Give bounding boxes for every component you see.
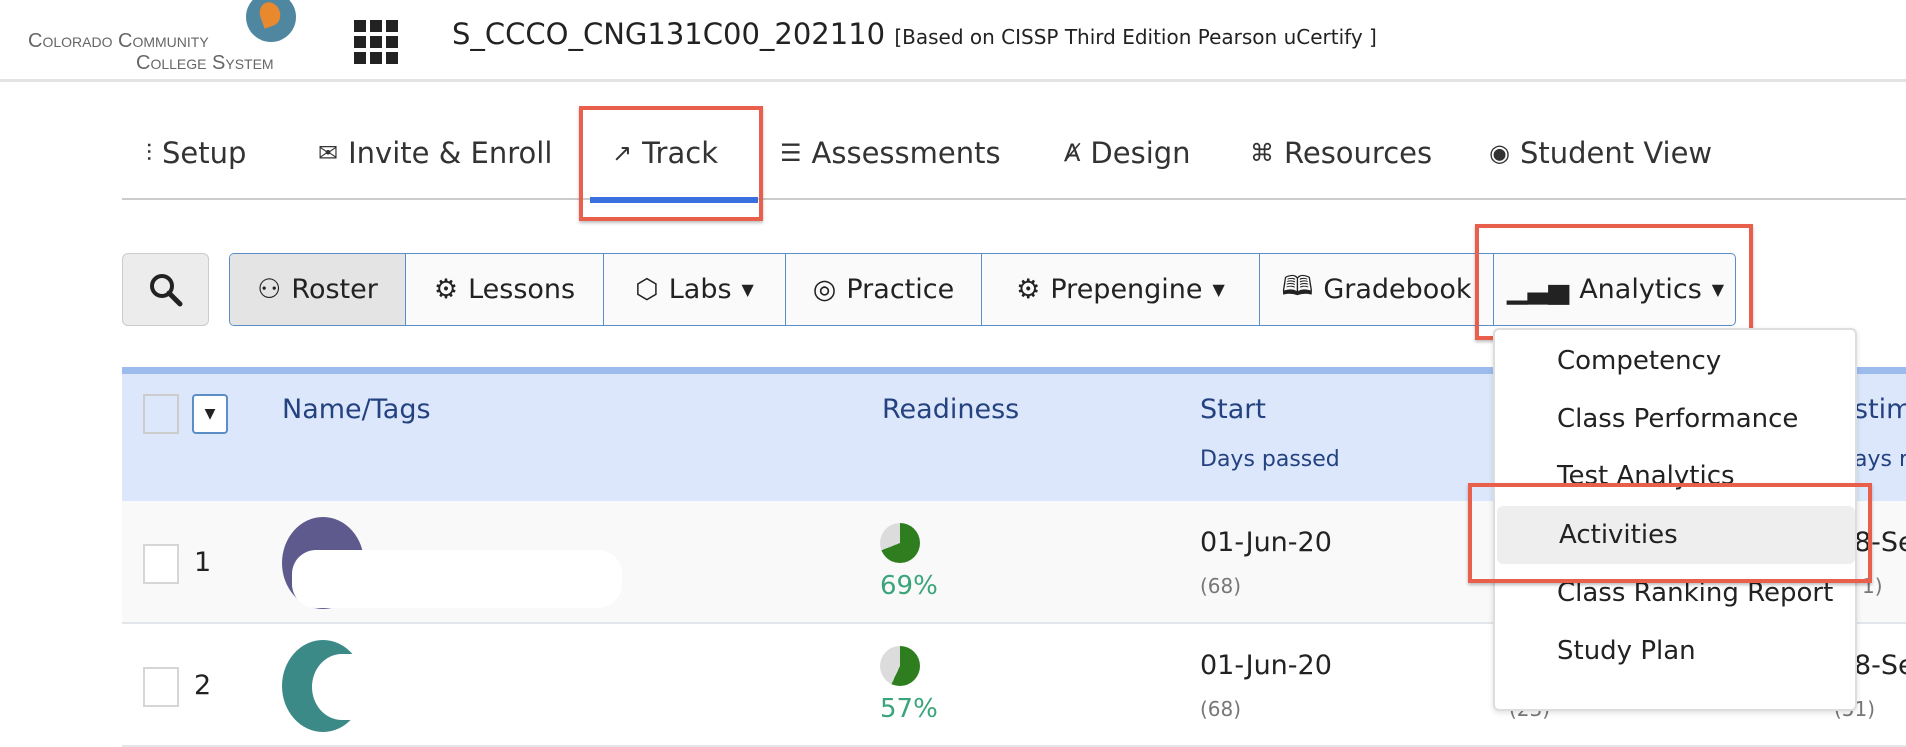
column-subheader-estimated: ays r xyxy=(1854,447,1906,472)
readiness-pie xyxy=(880,646,920,686)
menu-item-class-ranking-report[interactable]: Class Ranking Report xyxy=(1495,564,1855,622)
tab-student-view[interactable]: ◉ Student View xyxy=(1489,136,1712,170)
readiness-percent: 69% xyxy=(880,571,938,601)
tab-label: Invite & Enroll xyxy=(348,136,553,170)
gear-icon: ⚙ xyxy=(433,274,459,305)
target-icon: ◎ xyxy=(812,274,837,305)
caret-down-icon: ▼ xyxy=(1711,280,1725,299)
column-header-readiness[interactable]: Readiness xyxy=(882,394,1019,425)
caret-down-icon: ▼ xyxy=(741,280,754,299)
chart-line-icon: ↗ xyxy=(612,139,633,167)
tab-label: Resources xyxy=(1284,136,1433,170)
apps-grid-icon[interactable] xyxy=(354,20,398,64)
tab-label: Track xyxy=(642,136,718,170)
end-date: 8-Se xyxy=(1854,527,1906,558)
track-toolbar: ⚇ Roster ⚙ Lessons ⬡ Labs ▼ ◎ Practice ⚙ Prepe… xyxy=(229,253,1736,326)
envelope-icon: ✉ xyxy=(318,139,339,167)
row-checkbox[interactable] xyxy=(143,544,179,584)
tab-assessments[interactable]: ☰ Assessments xyxy=(780,136,1001,170)
button-label: Roster xyxy=(291,274,378,305)
logo-emblem xyxy=(246,0,296,42)
button-label: Prepengine xyxy=(1050,274,1203,305)
analytics-dropdown[interactable]: ▁▃▅ Analytics ▼ xyxy=(1494,254,1735,325)
active-tab-indicator xyxy=(590,197,758,203)
tab-invite-enroll[interactable]: ✉ Invite & Enroll xyxy=(318,136,552,170)
tab-label: Design xyxy=(1090,136,1191,170)
tab-label: Setup xyxy=(162,136,247,170)
analytics-menu: Competency Class Performance Test Analyt… xyxy=(1493,328,1857,711)
roster-button[interactable]: ⚇ Roster xyxy=(230,254,406,325)
user-icon: ⚇ xyxy=(257,274,282,305)
college-logo[interactable]: Colorado Community College System xyxy=(24,0,299,79)
tab-label: Assessments xyxy=(811,136,1001,170)
start-date: 01-Jun-20 xyxy=(1200,527,1332,558)
caret-down-icon: ▼ xyxy=(1212,280,1225,299)
column-header-name[interactable]: Name/Tags xyxy=(282,394,431,425)
eye-icon: ◉ xyxy=(1489,139,1510,167)
redacted-name xyxy=(292,550,622,608)
course-subtitle: [Based on CISSP Third Edition Pearson uC… xyxy=(894,25,1377,49)
gears-icon: ⚙ xyxy=(1016,274,1041,305)
tab-label: Student View xyxy=(1519,136,1713,170)
cubes-icon: ⌘ xyxy=(1250,139,1274,167)
menu-item-competency[interactable]: Competency xyxy=(1495,332,1855,390)
column-header-estimated[interactable]: stim xyxy=(1854,394,1906,425)
logo-text-2: College System xyxy=(136,52,274,74)
column-subheader-days-passed: Days passed xyxy=(1200,447,1340,472)
days-passed: (68) xyxy=(1200,574,1242,598)
book-icon: 🕮 xyxy=(1281,270,1314,302)
labs-dropdown[interactable]: ⬡ Labs ▼ xyxy=(604,254,786,325)
menu-item-activities[interactable]: Activities xyxy=(1497,506,1855,564)
days-remaining: 1) xyxy=(1862,574,1883,598)
compass-icon: Ⱥ xyxy=(1064,139,1081,167)
redacted-name xyxy=(312,654,372,720)
prepengine-dropdown[interactable]: ⚙ Prepengine ▼ xyxy=(982,254,1260,325)
button-label: Gradebook xyxy=(1323,274,1472,305)
row-number: 1 xyxy=(194,547,212,578)
column-header-start[interactable]: Start xyxy=(1200,394,1266,425)
checklist-icon: ☰ xyxy=(780,139,802,167)
select-options-dropdown[interactable]: ▼ xyxy=(192,394,228,434)
button-label: Practice xyxy=(846,274,955,305)
sliders-icon: ⫶ xyxy=(146,139,152,167)
tab-resources[interactable]: ⌘ Resources xyxy=(1250,136,1432,170)
button-label: Lessons xyxy=(468,274,576,305)
select-all-checkbox[interactable] xyxy=(143,394,179,434)
practice-button[interactable]: ◎ Practice xyxy=(786,254,982,325)
row-number: 2 xyxy=(194,670,212,701)
tab-setup[interactable]: ⫶ Setup xyxy=(146,136,246,170)
button-label: Analytics xyxy=(1579,274,1702,305)
menu-item-class-performance[interactable]: Class Performance xyxy=(1495,390,1855,448)
readiness-pie xyxy=(880,523,920,563)
lessons-button[interactable]: ⚙ Lessons xyxy=(406,254,604,325)
caret-down-icon: ▼ xyxy=(204,406,216,422)
course-code: S_CCCO_CNG131C00_202110 xyxy=(452,17,886,51)
search-icon xyxy=(149,273,182,306)
button-label: Labs xyxy=(668,274,732,305)
start-date: 01-Jun-20 xyxy=(1200,650,1332,681)
search-button[interactable] xyxy=(122,253,209,326)
nav-divider xyxy=(122,198,1906,200)
menu-item-study-plan[interactable]: Study Plan xyxy=(1495,622,1855,680)
row-checkbox[interactable] xyxy=(143,667,179,707)
tab-track[interactable]: ↗ Track xyxy=(612,136,718,170)
gradebook-button[interactable]: 🕮 Gradebook xyxy=(1260,254,1494,325)
menu-item-test-analytics[interactable]: Test Analytics xyxy=(1495,447,1855,505)
course-title: S_CCCO_CNG131C00_202110 [Based on CISSP … xyxy=(452,17,1377,51)
tab-design[interactable]: Ⱥ Design xyxy=(1064,136,1191,170)
app-header: Colorado Community College System S_CCCO… xyxy=(0,0,1906,82)
cube-icon: ⬡ xyxy=(635,274,659,305)
end-date: 8-Se xyxy=(1854,650,1906,681)
bar-chart-icon: ▁▃▅ xyxy=(1506,274,1570,305)
days-passed: (68) xyxy=(1200,697,1242,721)
logo-text: Colorado Community xyxy=(28,30,209,52)
readiness-percent: 57% xyxy=(880,694,938,724)
